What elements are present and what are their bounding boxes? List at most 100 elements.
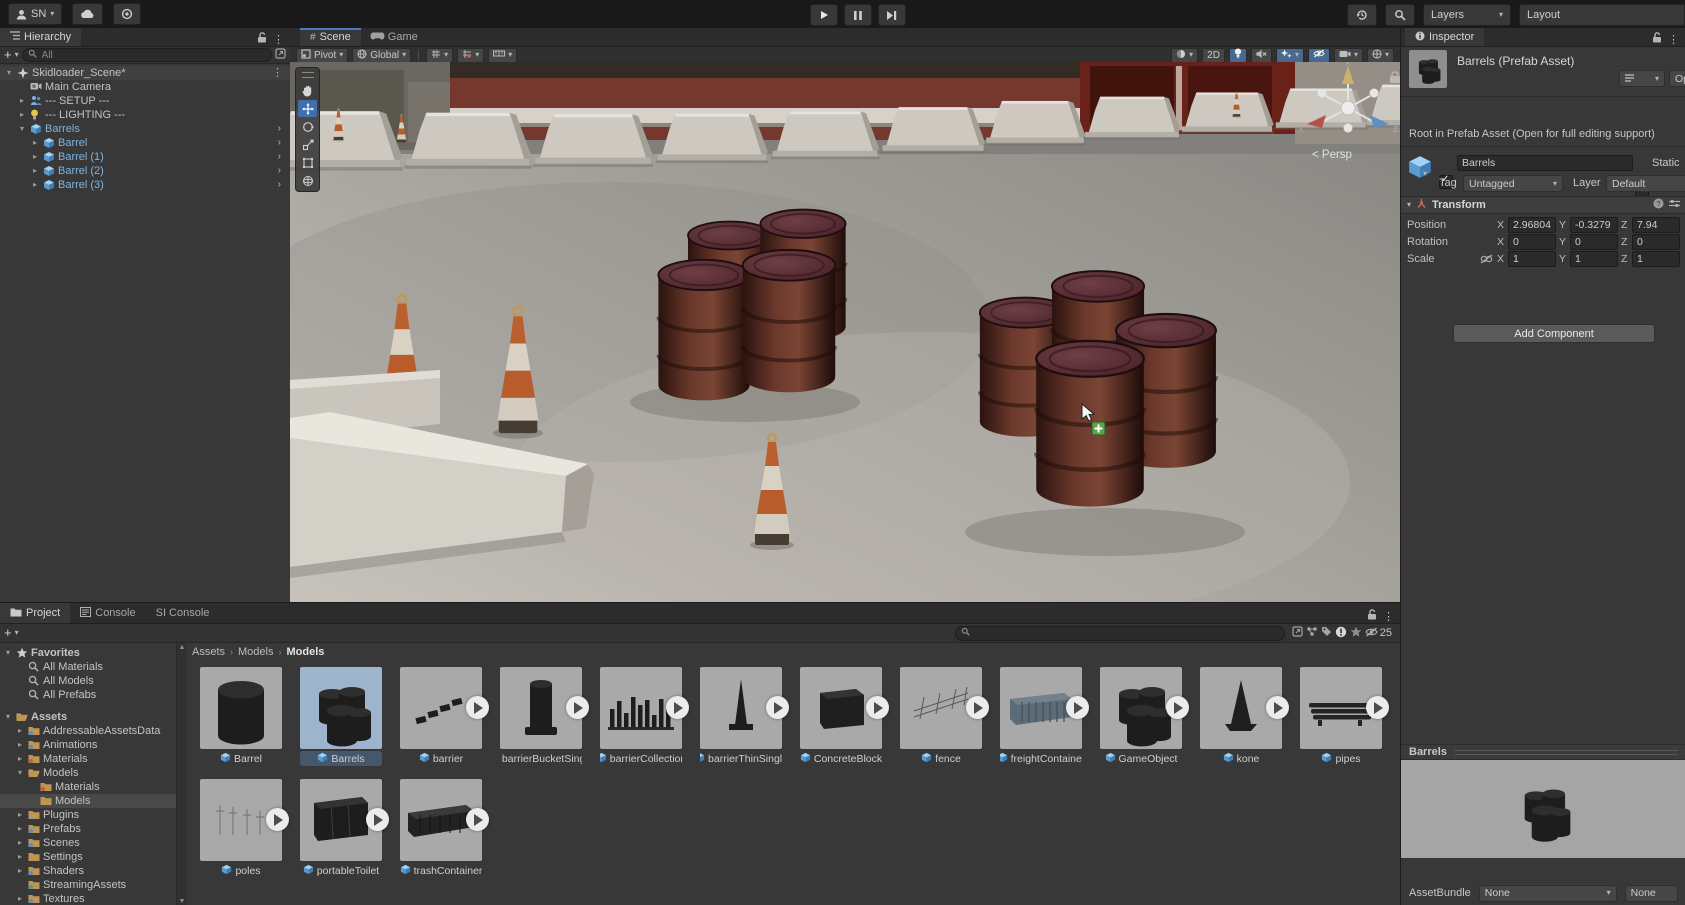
pause-button[interactable]	[844, 4, 872, 26]
expand-asset-button[interactable]	[766, 696, 789, 719]
open-prefab-button[interactable]: Op	[1669, 70, 1685, 87]
hierarchy-search[interactable]	[22, 48, 272, 62]
foldout-icon[interactable]: ▸	[15, 724, 25, 738]
expand-asset-button[interactable]	[1366, 696, 1389, 719]
asset-thumbnail[interactable]	[600, 667, 682, 749]
preview-drag-handle[interactable]	[1455, 750, 1678, 755]
account-button[interactable]: SN ▾	[8, 3, 62, 25]
foldout-icon[interactable]: ▾	[3, 646, 13, 660]
asset-thumbnail[interactable]	[1300, 667, 1382, 749]
foldout-icon[interactable]: ▾	[17, 122, 27, 136]
prefab-open-arrow[interactable]: ›	[278, 122, 281, 136]
foldout-icon[interactable]: ▾	[15, 766, 25, 780]
project-folder-assets[interactable]: ▾Assets	[0, 710, 176, 724]
project-folder-streamingassets[interactable]: StreamingAssets	[0, 878, 176, 892]
project-folder-prefabs[interactable]: ▸Prefabs	[0, 822, 176, 836]
foldout-icon[interactable]: ▸	[15, 822, 25, 836]
preview-header[interactable]: Barrels	[1401, 744, 1685, 760]
step-button[interactable]	[878, 4, 906, 26]
layout-dropdown[interactable]: Layout	[1519, 4, 1685, 26]
asset-tile-barrierbucketsing[interactable]: barrierBucketSing...	[500, 667, 582, 766]
asset-thumbnail[interactable]	[1000, 667, 1082, 749]
hierarchy-item-barrel[interactable]: ▸Barrel›	[0, 136, 290, 150]
expand-asset-button[interactable]	[466, 808, 489, 831]
project-folder-settings[interactable]: ▸Settings	[0, 850, 176, 864]
handle-rotation-toggle[interactable]: Global▾	[352, 48, 411, 63]
asset-thumbnail[interactable]	[500, 667, 582, 749]
project-folder-textures[interactable]: ▸Textures	[0, 892, 176, 905]
project-folder-animations[interactable]: ▸Animations	[0, 738, 176, 752]
expand-asset-button[interactable]	[366, 808, 389, 831]
properties-list-dropdown[interactable]: ▾	[1619, 70, 1665, 87]
expand-asset-button[interactable]	[466, 696, 489, 719]
project-folder-materials[interactable]: Materials	[0, 780, 176, 794]
asset-tile-freightcontainer[interactable]: freightContainer	[1000, 667, 1082, 766]
hierarchy-item-barrel-2[interactable]: ▸Barrel (2)›	[0, 164, 290, 178]
create-asset-button[interactable]: +	[4, 628, 12, 638]
asset-tile-pipes[interactable]: pipes	[1300, 667, 1382, 766]
foldout-icon[interactable]: ▸	[30, 136, 40, 150]
foldout-icon[interactable]: ▸	[15, 836, 25, 850]
asset-tile-barrierthinsingle[interactable]: barrierThinSingle	[700, 667, 782, 766]
assetbundle-variant-dropdown[interactable]: None	[1625, 885, 1678, 902]
tool-settings-button[interactable]: ▾	[488, 48, 517, 63]
create-dropdown-icon[interactable]: ▾	[15, 629, 19, 637]
tab-project[interactable]: Project	[0, 603, 70, 623]
lighting-toggle[interactable]	[1229, 48, 1247, 63]
asset-thumbnail[interactable]	[900, 667, 982, 749]
project-folder-favorites[interactable]: ▾Favorites	[0, 646, 176, 660]
foldout-icon[interactable]: ▾	[1407, 201, 1411, 209]
asset-tile-poles[interactable]: poles	[200, 779, 282, 878]
layer-dropdown[interactable]: Default	[1606, 175, 1685, 192]
panel-menu-icon[interactable]: ⋮	[1668, 33, 1679, 46]
tab-game[interactable]: Game	[361, 28, 428, 46]
expand-asset-button[interactable]	[966, 696, 989, 719]
breadcrumb-models[interactable]: Models	[238, 646, 273, 658]
2d-toggle[interactable]: 2D	[1202, 48, 1225, 63]
asset-tile-trashcontainer[interactable]: trashContainer	[400, 779, 482, 878]
expand-asset-button[interactable]	[1066, 696, 1089, 719]
hierarchy-item-barrel-1[interactable]: ▸Barrel (1)›	[0, 150, 290, 164]
foldout-icon[interactable]: ▸	[30, 164, 40, 178]
scale-x-field[interactable]: 1	[1508, 251, 1556, 267]
asset-thumbnail[interactable]	[800, 667, 882, 749]
tab-scene[interactable]: # Scene	[300, 28, 361, 46]
breadcrumb-assets[interactable]: Assets	[192, 646, 225, 658]
hierarchy-item-setup[interactable]: ▸--- SETUP ---	[0, 94, 290, 108]
asset-preview[interactable]	[1401, 760, 1685, 858]
audio-mute-toggle[interactable]	[1251, 48, 1272, 63]
project-folder-materials[interactable]: ▸Materials	[0, 752, 176, 766]
foldout-icon[interactable]: ▸	[15, 752, 25, 766]
move-tool[interactable]	[298, 100, 317, 117]
project-folder-plugins[interactable]: ▸Plugins	[0, 808, 176, 822]
snap-increment-button[interactable]: ▾	[457, 48, 484, 63]
asset-tile-portabletoilet[interactable]: portableToilet	[300, 779, 382, 878]
hierarchy-search-input[interactable]	[40, 49, 266, 62]
foldout-icon[interactable]: ▸	[15, 864, 25, 878]
asset-thumbnail[interactable]	[1200, 667, 1282, 749]
rotation-x-field[interactable]: 0	[1508, 234, 1556, 250]
project-folder-all-models[interactable]: All Models	[0, 674, 176, 688]
asset-thumbnail[interactable]	[300, 667, 382, 749]
asset-thumbnail[interactable]	[400, 779, 482, 861]
breadcrumb[interactable]: Assets›Models›Models	[192, 643, 324, 661]
gameobject-name-field[interactable]: Barrels	[1457, 155, 1633, 171]
cloud-button[interactable]	[72, 3, 103, 25]
pivot-toggle[interactable]: Pivot▾	[296, 48, 348, 63]
item-menu-icon[interactable]: ⋮	[272, 66, 283, 80]
foldout-icon[interactable]: ▸	[15, 738, 25, 752]
search-button[interactable]	[1385, 4, 1415, 26]
history-button[interactable]	[1347, 4, 1377, 26]
rect-tool[interactable]	[298, 154, 317, 171]
foldout-icon[interactable]: ▸	[30, 150, 40, 164]
expand-asset-button[interactable]	[1166, 696, 1189, 719]
lock-open-icon[interactable]	[257, 32, 267, 46]
foldout-icon[interactable]: ▸	[15, 808, 25, 822]
asset-tile-fence[interactable]: fence	[900, 667, 982, 766]
overlay-drag-handle[interactable]	[302, 72, 314, 78]
expand-asset-button[interactable]	[1266, 696, 1289, 719]
asset-tile-barrels[interactable]: Barrels	[300, 667, 382, 766]
expand-asset-button[interactable]	[566, 696, 589, 719]
expand-asset-button[interactable]	[266, 808, 289, 831]
chevron-down-icon[interactable]: ▾	[1423, 170, 1427, 178]
